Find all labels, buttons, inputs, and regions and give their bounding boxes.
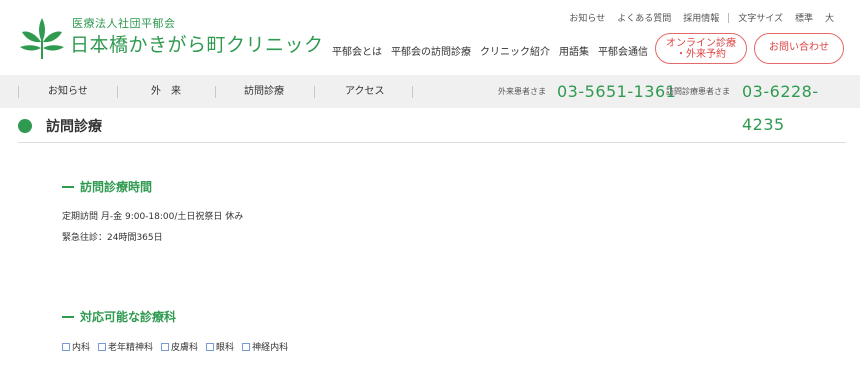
corporation-name: 医療法人社団平郁会 <box>72 17 176 30</box>
checkbox-icon[interactable] <box>62 342 70 351</box>
home-visit-tel[interactable]: 03-6228-4235 <box>742 75 860 141</box>
online-consultation-button[interactable]: オンライン診療 ・外来予約 <box>655 33 747 64</box>
leaf-logo-icon[interactable] <box>18 14 66 60</box>
subnav-news[interactable]: お知らせ <box>48 75 88 108</box>
nav-newsletter[interactable]: 平郁会通信 <box>598 43 648 58</box>
contact-button[interactable]: お問い合わせ <box>754 33 844 64</box>
utility-nav: お知らせ よくある質問 採用情報 文字サイズ 標準 大 <box>563 11 840 24</box>
sub-nav: お知らせ 外 来 訪問診療 アクセス 外来患者さま 03-5651-1361 訪… <box>0 75 860 134</box>
online-button-line1: オンライン診療 <box>666 38 736 49</box>
emergency-visit-hours: 緊急往診：24時間365日 <box>62 233 163 243</box>
title-divider <box>18 142 846 143</box>
nav-about[interactable]: 平郁会とは <box>332 43 382 58</box>
nav-glossary[interactable]: 用語集 <box>559 43 589 58</box>
nav-clinics[interactable]: クリニック紹介 <box>480 43 550 58</box>
util-recruit-link[interactable]: 採用情報 <box>677 11 725 24</box>
heading-bar-icon <box>62 185 74 188</box>
subnav-home-visit[interactable]: 訪問診療 <box>244 75 284 108</box>
department-geriatric-psychiatry[interactable]: 老年精神科 <box>98 340 153 353</box>
outpatient-tel[interactable]: 03-5651-1361 <box>557 75 676 108</box>
divider <box>412 86 413 98</box>
departments-heading-text: 対応可能な診療科 <box>80 310 177 324</box>
divider <box>728 12 730 23</box>
divider <box>117 86 118 98</box>
department-neurology[interactable]: 神経内科 <box>242 340 288 353</box>
subnav-outpatient[interactable]: 外 来 <box>151 75 181 108</box>
checkbox-icon[interactable] <box>161 342 170 351</box>
hours-heading-text: 訪問診療時間 <box>80 180 153 194</box>
department-dermatology[interactable]: 皮膚科 <box>161 340 198 353</box>
department-label: 内科 <box>72 343 91 353</box>
department-ophthalmology[interactable]: 眼科 <box>206 340 234 353</box>
heading-bar-icon <box>62 315 74 318</box>
hours-heading: 訪問診療時間 <box>62 178 152 195</box>
font-size-standard-button[interactable]: 標準 <box>789 11 819 24</box>
global-nav: 平郁会とは 平郁会の訪問診療 クリニック紹介 用語集 平郁会通信 <box>332 43 657 58</box>
clinic-name[interactable]: 日本橋かきがら町クリニック <box>70 30 324 57</box>
divider <box>215 86 216 98</box>
checkbox-icon[interactable] <box>206 342 215 351</box>
department-label: 神経内科 <box>252 343 289 353</box>
department-label: 眼科 <box>216 343 235 353</box>
department-checklist: 内科 老年精神科 皮膚科 眼科 神経内科 <box>62 340 296 353</box>
departments-heading: 対応可能な診療科 <box>62 308 176 325</box>
divider <box>314 86 315 98</box>
site-header: 医療法人社団平郁会 日本橋かきがら町クリニック お知らせ よくある質問 採用情報… <box>0 0 860 75</box>
font-size-large-button[interactable]: 大 <box>819 11 840 24</box>
font-size-label: 文字サイズ <box>738 14 783 24</box>
home-visit-tel-label: 訪問診療患者さま <box>666 87 730 96</box>
page-title: 訪問診療 <box>46 119 102 135</box>
department-internal-medicine[interactable]: 内科 <box>62 340 90 353</box>
subnav-access[interactable]: アクセス <box>345 75 385 108</box>
checkbox-icon[interactable] <box>242 342 251 351</box>
checkbox-icon[interactable] <box>98 342 107 351</box>
department-label: 皮膚科 <box>171 343 199 353</box>
department-label: 老年精神科 <box>108 343 154 353</box>
util-news-link[interactable]: お知らせ <box>563 11 611 24</box>
util-faq-link[interactable]: よくある質問 <box>611 11 677 24</box>
nav-home-visit[interactable]: 平郁会の訪問診療 <box>391 43 471 58</box>
outpatient-tel-label: 外来患者さま <box>498 87 546 96</box>
title-dot-icon <box>18 119 32 133</box>
online-button-line2: ・外来予約 <box>676 49 726 60</box>
regular-visit-hours: 定期訪問 月-金 9:00-18:00/土日祝祭日 休み <box>62 212 244 222</box>
divider <box>18 86 19 98</box>
